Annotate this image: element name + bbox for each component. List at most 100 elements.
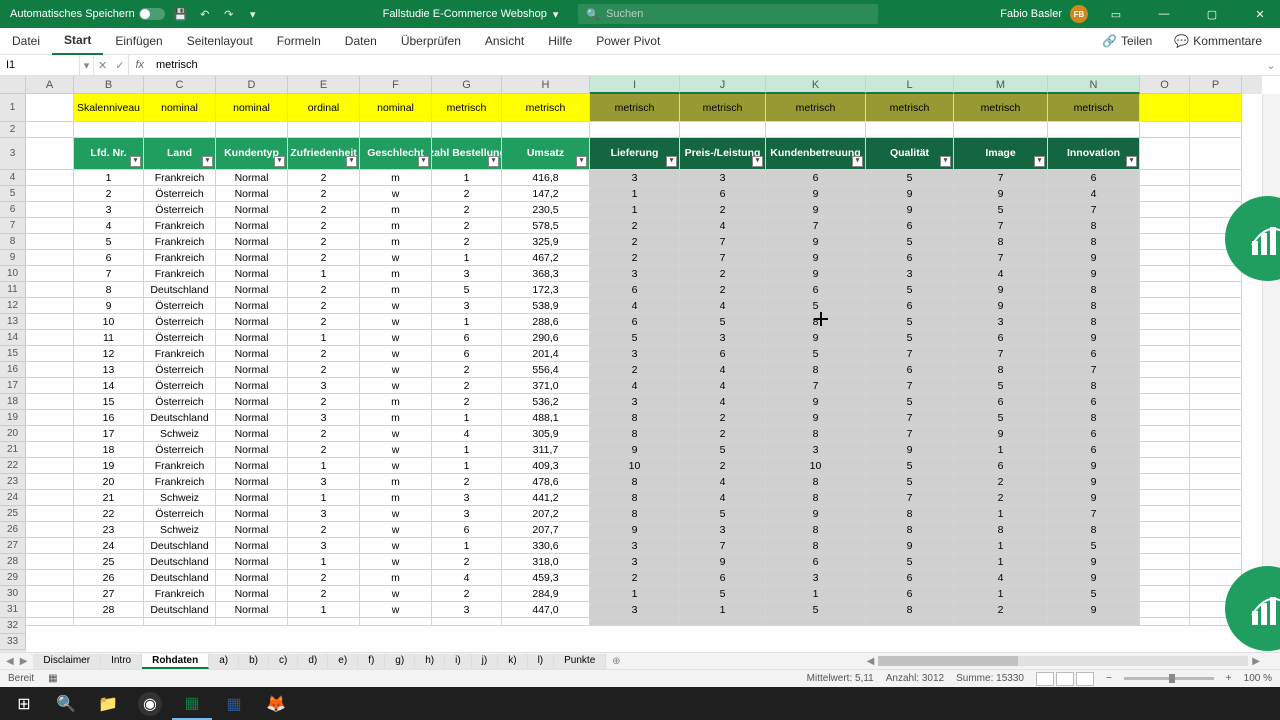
- filter-dropdown-icon[interactable]: ▾: [202, 156, 213, 167]
- cell[interactable]: [1190, 378, 1242, 394]
- cell[interactable]: 3: [766, 442, 866, 458]
- table-header[interactable]: Geschlecht▾: [360, 138, 432, 170]
- cell[interactable]: 6: [432, 330, 502, 346]
- cell[interactable]: [26, 218, 74, 234]
- cell[interactable]: 3: [288, 538, 360, 554]
- cell[interactable]: [1190, 122, 1242, 138]
- cell[interactable]: 9: [1048, 570, 1140, 586]
- row-header[interactable]: 8: [0, 234, 26, 250]
- cell[interactable]: 3: [680, 330, 766, 346]
- cell[interactable]: [1190, 522, 1242, 538]
- cell[interactable]: Frankreich: [144, 218, 216, 234]
- filter-dropdown-icon[interactable]: ▾: [576, 156, 587, 167]
- cell[interactable]: Normal: [216, 522, 288, 538]
- cell[interactable]: 7: [866, 426, 954, 442]
- cell[interactable]: 207,7: [502, 522, 590, 538]
- cell[interactable]: 5: [590, 330, 680, 346]
- cell[interactable]: [1140, 330, 1190, 346]
- cell[interactable]: [590, 618, 680, 626]
- cell[interactable]: Normal: [216, 394, 288, 410]
- cell[interactable]: 9: [1048, 266, 1140, 282]
- cell[interactable]: [1140, 298, 1190, 314]
- cell[interactable]: [1140, 282, 1190, 298]
- cell[interactable]: 25: [74, 554, 144, 570]
- cell[interactable]: Deutschland: [144, 602, 216, 618]
- cell[interactable]: [74, 618, 144, 626]
- cell[interactable]: 5: [74, 234, 144, 250]
- cell[interactable]: 5: [766, 602, 866, 618]
- cell[interactable]: [26, 346, 74, 362]
- cell[interactable]: 8: [766, 426, 866, 442]
- cell[interactable]: [1140, 586, 1190, 602]
- cell[interactable]: 3: [432, 298, 502, 314]
- cell[interactable]: [1140, 170, 1190, 186]
- zoom-level[interactable]: 100 %: [1244, 673, 1272, 684]
- cell[interactable]: Deutschland: [144, 538, 216, 554]
- table-header[interactable]: Land▾: [144, 138, 216, 170]
- cell[interactable]: 4: [680, 362, 766, 378]
- cell[interactable]: 9: [766, 250, 866, 266]
- cell[interactable]: 2: [288, 186, 360, 202]
- cell[interactable]: 5: [866, 554, 954, 570]
- start-button[interactable]: ⊞: [4, 687, 44, 720]
- cell[interactable]: 9: [766, 394, 866, 410]
- ribbon-tab-seitenlayout[interactable]: Seitenlayout: [175, 28, 265, 55]
- cell[interactable]: 2: [954, 490, 1048, 506]
- column-header[interactable]: A: [26, 76, 74, 94]
- cell[interactable]: 147,2: [502, 186, 590, 202]
- cell[interactable]: Normal: [216, 458, 288, 474]
- cell[interactable]: 1: [74, 170, 144, 186]
- ribbon-tab-ansicht[interactable]: Ansicht: [473, 28, 536, 55]
- cell[interactable]: 2: [954, 474, 1048, 490]
- cell[interactable]: 1: [432, 170, 502, 186]
- cell[interactable]: 6: [954, 330, 1048, 346]
- cell[interactable]: 1: [590, 202, 680, 218]
- cell[interactable]: 8: [766, 490, 866, 506]
- row-header[interactable]: 5: [0, 186, 26, 202]
- cell[interactable]: 8: [866, 506, 954, 522]
- cell[interactable]: [288, 122, 360, 138]
- cell[interactable]: 8: [590, 474, 680, 490]
- row-header[interactable]: 2: [0, 122, 26, 138]
- cell[interactable]: 6: [866, 218, 954, 234]
- cell[interactable]: [1190, 298, 1242, 314]
- cell[interactable]: 8: [1048, 410, 1140, 426]
- cell[interactable]: 2: [680, 458, 766, 474]
- cell[interactable]: Österreich: [144, 186, 216, 202]
- cell[interactable]: 6: [766, 282, 866, 298]
- cell[interactable]: 6: [1048, 394, 1140, 410]
- cell[interactable]: Normal: [216, 234, 288, 250]
- cell[interactable]: Normal: [216, 186, 288, 202]
- cell[interactable]: [26, 94, 74, 122]
- cell[interactable]: 311,7: [502, 442, 590, 458]
- cell[interactable]: [1190, 474, 1242, 490]
- cell[interactable]: 18: [74, 442, 144, 458]
- column-header[interactable]: C: [144, 76, 216, 94]
- cell[interactable]: 1: [432, 442, 502, 458]
- cell[interactable]: 8: [1048, 218, 1140, 234]
- ribbon-tab-daten[interactable]: Daten: [333, 28, 389, 55]
- minimize-button[interactable]: —: [1144, 0, 1184, 28]
- cell[interactable]: Normal: [216, 250, 288, 266]
- cell[interactable]: 201,4: [502, 346, 590, 362]
- cell[interactable]: 6: [866, 250, 954, 266]
- cell[interactable]: Normal: [216, 218, 288, 234]
- cell[interactable]: 10: [590, 458, 680, 474]
- cell[interactable]: [26, 394, 74, 410]
- cell[interactable]: [1190, 138, 1242, 170]
- cell[interactable]: 1: [432, 314, 502, 330]
- cell[interactable]: 2: [288, 314, 360, 330]
- cell[interactable]: 409,3: [502, 458, 590, 474]
- cell[interactable]: 7: [866, 410, 954, 426]
- obs-icon[interactable]: ◉: [138, 692, 162, 716]
- cell[interactable]: [26, 458, 74, 474]
- cell[interactable]: Schweiz: [144, 426, 216, 442]
- view-normal-button[interactable]: [1036, 672, 1054, 686]
- cell[interactable]: 1: [288, 330, 360, 346]
- cell[interactable]: 556,4: [502, 362, 590, 378]
- cell[interactable]: w: [360, 458, 432, 474]
- cell[interactable]: 5: [680, 314, 766, 330]
- cell[interactable]: w: [360, 362, 432, 378]
- cell[interactable]: 5: [954, 202, 1048, 218]
- cell[interactable]: 8: [1048, 378, 1140, 394]
